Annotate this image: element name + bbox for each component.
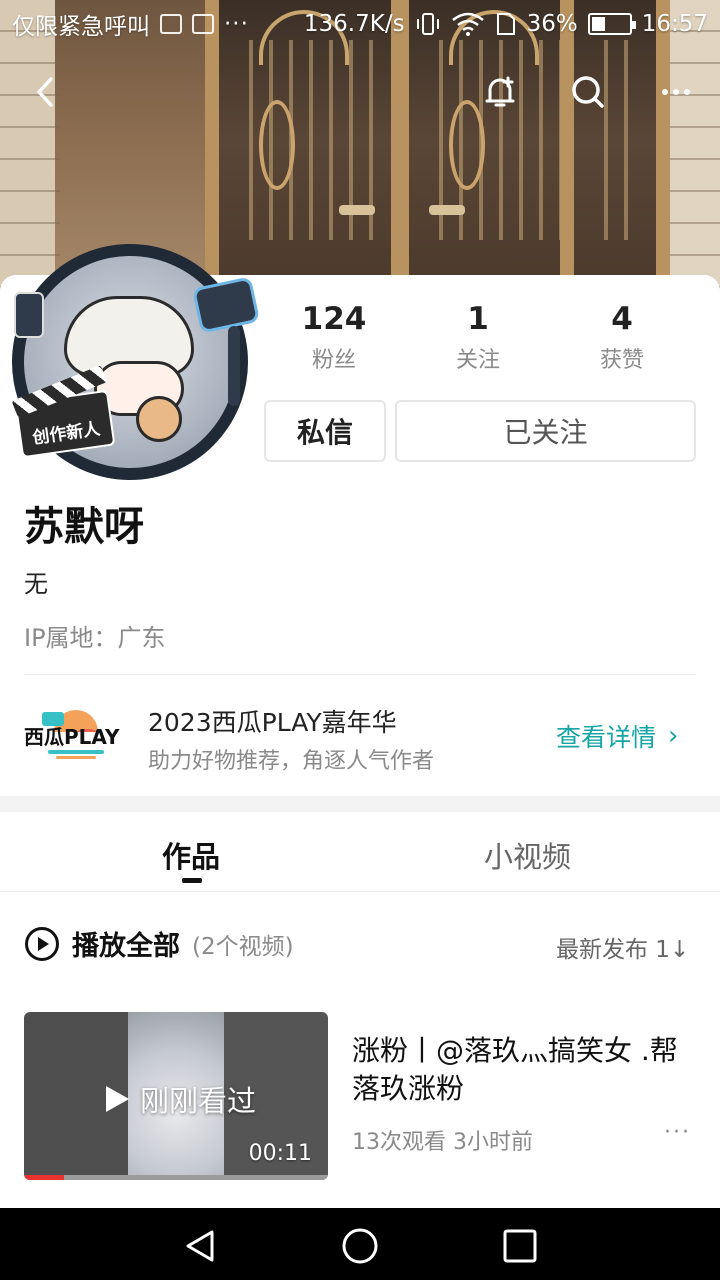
video-count: (2个视频) <box>192 933 294 960</box>
message-button[interactable]: 私信 <box>264 400 386 462</box>
stat-label: 关注 <box>455 348 500 373</box>
stat-number: 124 <box>301 301 367 337</box>
tab-indicator <box>182 878 202 883</box>
clock: 16:57 <box>641 11 708 37</box>
play-circle-icon <box>25 926 59 961</box>
stat-number: 4 <box>611 301 633 337</box>
svg-text:西瓜PLAY: 西瓜PLAY <box>24 725 120 749</box>
search-icon <box>572 76 604 108</box>
sort-button[interactable]: 最新发布 1↓ <box>556 930 689 964</box>
nav-recents-icon[interactable] <box>500 1226 540 1266</box>
search-button[interactable] <box>564 68 612 116</box>
chevron-right-icon: › <box>668 721 679 751</box>
nav-back-icon[interactable] <box>180 1226 220 1266</box>
content-tabs: 作品 小视频 <box>0 812 720 892</box>
stat-label: 获赞 <box>599 348 644 373</box>
video-thumbnail[interactable]: 刚刚看过 00:11 <box>24 1012 328 1180</box>
stat-number: 1 <box>467 301 489 337</box>
video-title[interactable]: 涨粉丨@落玖灬搞笑女 .帮落玖涨粉 <box>352 1032 702 1108</box>
profile-stats: 124 粉丝 1 关注 4 获赞 <box>262 300 696 374</box>
nav-home-icon[interactable] <box>340 1226 380 1266</box>
stat-fans[interactable]: 124 粉丝 <box>262 300 406 374</box>
creator-badge-label: 创作新人 <box>31 419 102 449</box>
tab-works[interactable]: 作品 <box>162 834 220 876</box>
carrier-text: 仅限紧急呼叫 <box>12 14 150 40</box>
divider <box>24 674 696 675</box>
app-notification-icon <box>192 14 214 34</box>
video-meta: 13次观看 3小时前 <box>352 1130 533 1155</box>
ip-location: IP属地：广东 <box>24 624 166 652</box>
play-all-label: 播放全部 <box>72 931 180 962</box>
more-button[interactable] <box>652 68 700 116</box>
promo-details-link[interactable]: 查看详情 › <box>556 718 678 754</box>
more-icon <box>662 89 690 95</box>
stat-following[interactable]: 1 关注 <box>406 300 550 374</box>
play-icon <box>106 1086 129 1112</box>
follow-button[interactable]: 已关注 <box>395 400 696 462</box>
status-bar: 仅限紧急呼叫 ··· 136.7K/s 36% 16:57 <box>0 0 720 48</box>
back-button[interactable] <box>22 68 70 116</box>
promo-link-label: 查看详情 <box>556 723 657 752</box>
video-more-button[interactable]: ··· <box>664 1120 691 1145</box>
video-duration: 00:11 <box>248 1141 312 1166</box>
notification-button[interactable] <box>476 68 524 116</box>
profile-bio: 无 <box>24 570 48 598</box>
vibrate-icon <box>416 13 439 35</box>
more-notifications-icon: ··· <box>224 11 249 37</box>
stat-likes[interactable]: 4 获赞 <box>550 300 694 374</box>
speaker-icon <box>14 292 44 338</box>
bell-add-icon <box>485 76 515 107</box>
wifi-icon <box>451 12 484 36</box>
promo-subtitle: 助力好物推荐，角逐人气作者 <box>148 749 435 774</box>
back-arrow-icon <box>37 77 53 107</box>
watched-label: 刚刚看过 <box>140 1084 257 1118</box>
play-all-button[interactable]: 播放全部 (2个视频) <box>24 924 294 963</box>
section-gap <box>0 796 720 812</box>
sim-icon <box>496 13 515 35</box>
battery-percent: 36% <box>526 11 578 37</box>
xigua-play-logo: 西瓜PLAY <box>24 710 120 759</box>
promo-title: 2023西瓜PLAY嘉年华 <box>148 708 397 737</box>
gallery-notification-icon <box>160 14 182 34</box>
avatar[interactable]: 创作新人 <box>12 244 261 480</box>
recently-watched-badge: 刚刚看过 <box>102 1078 256 1120</box>
watch-progress <box>24 1175 328 1180</box>
system-navigation-bar <box>0 1208 720 1280</box>
tab-short-videos[interactable]: 小视频 <box>484 834 571 876</box>
network-speed: 136.7K/s <box>303 11 405 37</box>
profile-name: 苏默呀 <box>24 504 144 550</box>
battery-icon <box>587 13 636 35</box>
stat-label: 粉丝 <box>311 348 356 373</box>
